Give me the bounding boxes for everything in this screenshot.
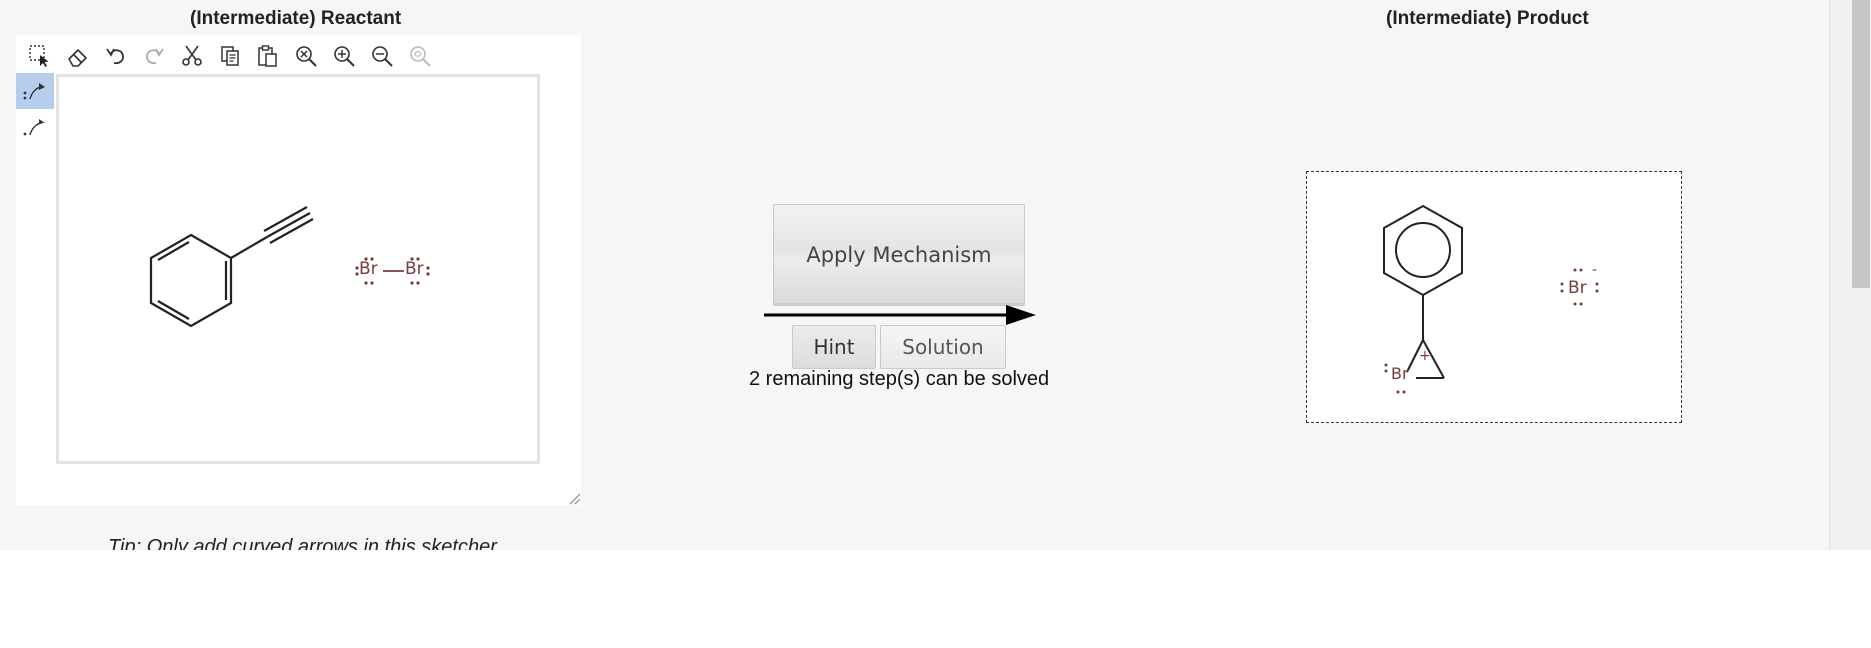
redo-tool-button[interactable] [138,40,170,72]
page-scrollbar[interactable] [1829,0,1871,550]
paste-tool-button[interactable] [252,40,284,72]
sketcher-canvas[interactable]: Br Br [56,74,540,464]
apply-mechanism-button[interactable]: Apply Mechanism [773,204,1025,306]
eraser-icon [68,49,87,67]
undo-icon [106,48,124,65]
erase-tool-button[interactable] [62,40,94,72]
sketcher-toolbar [24,39,436,73]
zoom-in-tool-button[interactable] [328,40,360,72]
zoom-selection-icon [410,46,431,67]
zoom-in-icon [334,46,355,67]
scissors-icon [182,45,202,66]
select-tool-button[interactable] [24,40,56,72]
curved-arrow-single-icon [23,119,45,136]
product-title: (Intermediate) Product [1386,8,1589,29]
bromide-charge: - [1592,262,1598,278]
scrollbar-thumb[interactable] [1852,0,1870,288]
undo-tool-button[interactable] [100,40,132,72]
zoom-select-tool-button[interactable] [404,40,436,72]
phenylacetylene-molecule[interactable] [149,206,314,328]
bromine-atom-left[interactable]: Br [359,259,378,279]
bromonium-charge: + [1419,348,1431,364]
paste-icon [258,45,277,67]
solution-button[interactable]: Solution [880,325,1006,369]
cut-tool-button[interactable] [176,40,208,72]
copy-tool-button[interactable] [214,40,246,72]
reactant-structures [149,206,430,328]
redo-icon [146,48,164,65]
arrow-tool-palette [16,73,54,145]
zoom-out-tool-button[interactable] [366,40,398,72]
reactant-title: (Intermediate) Reactant [190,8,402,29]
curved-arrow-pair-icon [23,83,45,100]
marquee-select-icon [29,45,49,67]
single-electron-arrow-tool[interactable] [16,109,54,145]
zoom-fit-tool-button[interactable] [290,40,322,72]
resize-grip-icon[interactable] [567,491,581,505]
zoom-reset-icon [296,46,317,67]
remaining-steps-status: 2 remaining step(s) can be solved [749,368,1050,390]
lone-pairs [1384,268,1599,394]
electron-pair-arrow-tool[interactable] [16,73,54,109]
sketcher-tip: Tip: Only add curved arrows in this sket… [108,536,497,550]
zoom-out-icon [372,46,393,67]
hint-button[interactable]: Hint [792,325,876,369]
app-container: (Intermediate) Reactant (Intermediate) P… [0,0,1871,550]
bromonium-bromine-label: Br [1391,364,1409,383]
copy-icon [221,46,239,66]
bromine-atom-right[interactable]: Br [405,259,424,279]
bromide-label: Br [1568,278,1587,298]
reactant-sketcher[interactable]: Br Br [16,35,581,505]
product-display: Br + Br - [1306,171,1682,423]
product-structures [1383,204,1599,394]
